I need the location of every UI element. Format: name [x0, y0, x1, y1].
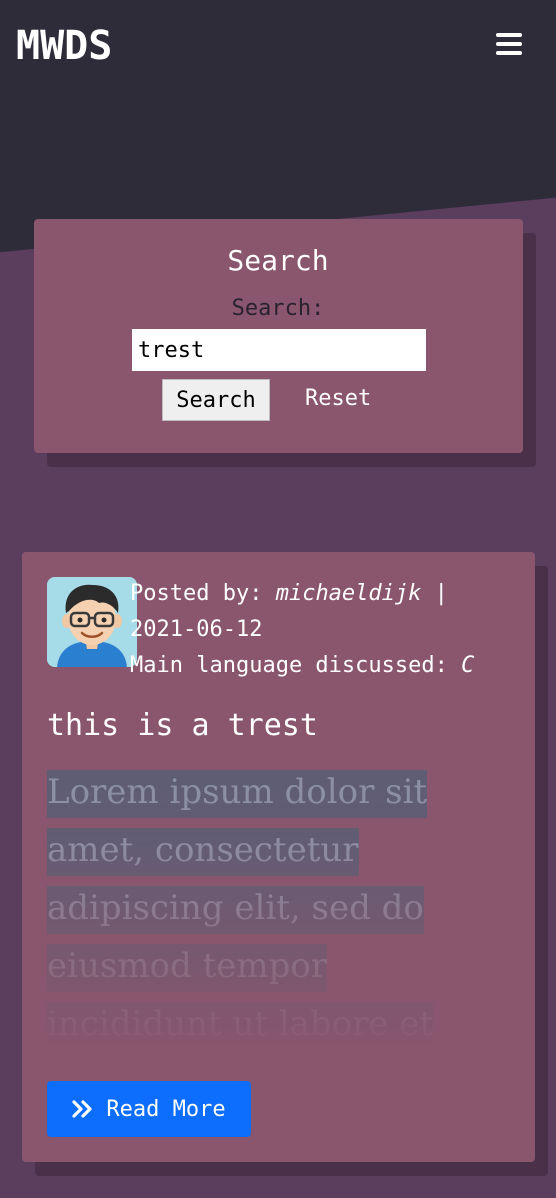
user-avatar: [47, 577, 137, 667]
post-excerpt-text: Lorem ipsum dolor sit amet, consectetur …: [47, 770, 434, 1043]
brand-logo[interactable]: MWDS: [16, 22, 112, 70]
site-header: MWDS: [0, 0, 556, 92]
reset-link[interactable]: Reset: [305, 386, 371, 411]
posted-by-label: Posted by:: [130, 581, 263, 606]
hamburger-menu-icon[interactable]: [494, 30, 524, 60]
post-excerpt: Lorem ipsum dolor sit amet, consectetur …: [47, 763, 487, 1043]
language-label: Main language discussed:: [130, 653, 448, 678]
meta-separator: |: [434, 581, 448, 606]
search-button[interactable]: Search: [162, 379, 270, 421]
post-date: 2021-06-12: [130, 617, 263, 642]
post-language-line: Main language discussed: C: [130, 652, 474, 680]
menu-bar: [496, 51, 522, 55]
post-author[interactable]: michaeldijk: [276, 581, 422, 606]
search-title: Search: [227, 244, 329, 277]
search-label: Search:: [231, 296, 325, 321]
double-chevron-right-icon: [72, 1100, 92, 1118]
post-title[interactable]: this is a trest: [47, 708, 318, 743]
menu-bar: [496, 42, 522, 46]
post-language: C: [461, 653, 475, 678]
read-more-button[interactable]: Read More: [47, 1081, 251, 1137]
post-author-line: Posted by: michaeldijk |: [130, 580, 448, 608]
menu-bar: [496, 33, 522, 37]
avatar-illustration: [47, 577, 137, 667]
search-input[interactable]: [132, 329, 426, 371]
read-more-label: Read More: [106, 1096, 226, 1122]
